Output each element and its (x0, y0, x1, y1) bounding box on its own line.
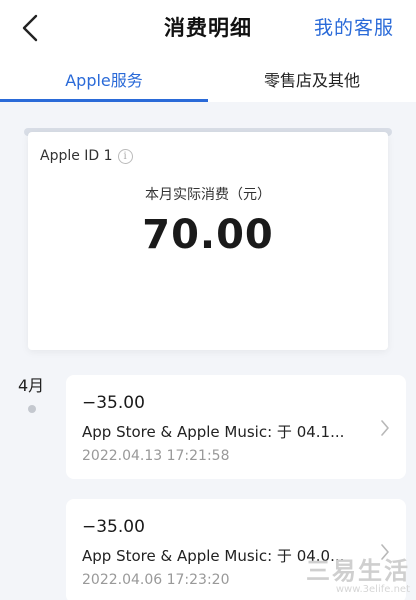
period-label: 本月实际消费（元） (145, 187, 271, 203)
chevron-right-icon (378, 418, 392, 438)
tab-apple-services[interactable]: Apple服务 (0, 56, 208, 102)
info-icon[interactable]: i (117, 148, 133, 164)
transaction-datetime: 2022.04.06 17:23:20 (82, 572, 230, 588)
navigation-bar: 消费明细 我的客服 (0, 0, 416, 56)
watermark: 三易生活 www.3elife.net (306, 558, 410, 596)
watermark-logo-text: 三易生活 (306, 557, 410, 585)
tab-retail-and-other[interactable]: 零售店及其他 (208, 56, 416, 102)
watermark-url: www.3elife.net (335, 584, 410, 595)
timeline-dot (28, 405, 36, 413)
apple-id-label: Apple ID 1 (40, 148, 113, 164)
transaction-description: App Store & Apple Music: 于 04.1... (82, 423, 345, 441)
apple-id-row: Apple ID 1 i (40, 148, 133, 164)
transaction-datetime: 2022.04.13 17:21:58 (82, 448, 230, 464)
total-amount: 70.00 (142, 212, 274, 258)
transaction-amount: −35.00 (82, 517, 145, 537)
transaction-item[interactable]: −35.00 App Store & Apple Music: 于 04.1..… (66, 375, 406, 479)
transaction-amount: −35.00 (82, 393, 145, 413)
customer-service-link[interactable]: 我的客服 (314, 13, 394, 40)
tab-bar: Apple服务 零售店及其他 (0, 56, 416, 102)
summary-card: Apple ID 1 i 本月实际消费（元） 70.00 (28, 132, 388, 350)
content-area: Apple ID 1 i 本月实际消费（元） 70.00 4月 −35.00 A… (0, 102, 416, 600)
month-label: 4月 (18, 376, 45, 395)
